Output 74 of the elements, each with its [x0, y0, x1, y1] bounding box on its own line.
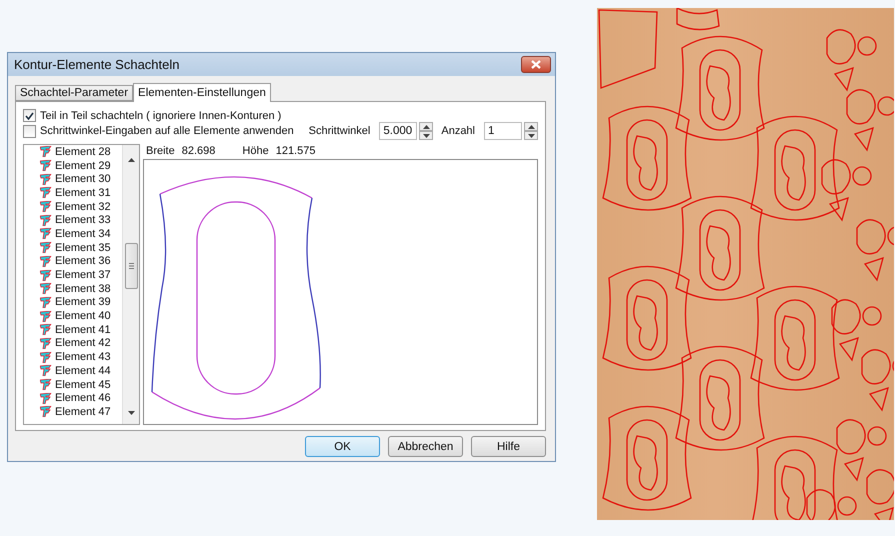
element-icon — [40, 146, 52, 158]
element-list-item[interactable]: Element 37 — [40, 268, 122, 282]
up-arrow-icon — [422, 124, 430, 128]
element-list-item[interactable]: Element 47 — [40, 405, 122, 419]
element-list-item[interactable]: Element 36 — [40, 254, 122, 268]
element-icon — [40, 406, 52, 418]
spinner-label: Anzahl — [441, 125, 475, 137]
element-list-item[interactable]: Element 28 — [40, 145, 122, 159]
window-title: Kontur-Elemente Schachteln — [14, 57, 180, 72]
spinner-field[interactable]: 1 — [484, 122, 522, 140]
spin-down-button[interactable] — [419, 131, 434, 140]
element-icon — [40, 187, 52, 198]
up-arrow-icon — [128, 158, 134, 162]
element-icon — [40, 283, 52, 294]
element-icon — [40, 256, 52, 267]
width-value: 82.698 — [182, 144, 216, 156]
check-icon — [25, 112, 34, 120]
checkbox-label: Teil in Teil schachteln ( ignoriere Innen-Konturen ) — [40, 110, 282, 122]
element-icon — [40, 296, 52, 308]
element-list-item[interactable]: Element 40 — [40, 309, 122, 323]
element-list-item[interactable]: Element 41 — [40, 322, 122, 337]
element-icon — [40, 214, 52, 226]
spin-up-button[interactable] — [524, 122, 538, 131]
element-list-item[interactable]: Element 30 — [40, 172, 122, 186]
element-icon — [40, 324, 52, 336]
down-arrow-icon — [422, 134, 430, 138]
element-icon — [40, 379, 52, 390]
element-icon — [40, 352, 52, 363]
element-list-item[interactable]: Element 44 — [40, 364, 122, 378]
dialog-button[interactable]: OK — [305, 436, 380, 457]
down-arrow-icon — [528, 134, 534, 138]
element-list-item[interactable]: Element 43 — [40, 350, 122, 364]
element-list-item[interactable]: Element 39 — [40, 296, 122, 310]
tab[interactable]: Schachtel-Parameter — [15, 85, 134, 101]
element-icon — [40, 228, 52, 240]
element-icon — [40, 242, 52, 254]
scroll-thumb[interactable] — [124, 243, 138, 289]
spinner-label: Schrittwinkel — [308, 125, 370, 137]
element-icon — [40, 174, 52, 185]
element-icon — [40, 270, 52, 281]
width-label: Breite — [146, 144, 175, 156]
down-arrow-icon — [128, 411, 134, 415]
close-button[interactable] — [521, 56, 551, 73]
dialog-button[interactable]: Abbrechen — [388, 436, 463, 457]
element-list-item[interactable]: Element 42 — [40, 336, 122, 350]
spin-down-button[interactable] — [524, 131, 538, 140]
spin-up-button[interactable] — [419, 122, 434, 131]
checkbox-label: Schrittwinkel-Eingaben auf alle Elemente anwenden — [40, 125, 294, 137]
checkbox[interactable] — [23, 124, 36, 138]
element-list-item[interactable]: Element 31 — [40, 186, 122, 200]
element-icon — [40, 160, 52, 172]
spinner-field[interactable]: 5.000 — [379, 122, 418, 140]
dialog-button[interactable]: Hilfe — [471, 436, 546, 457]
element-list-item[interactable]: Element 35 — [40, 240, 122, 254]
tab[interactable]: Elementen-Einstellungen — [133, 83, 271, 102]
height-label: Höhe — [242, 144, 269, 156]
element-icon — [40, 201, 52, 212]
scrollbar[interactable] — [122, 145, 139, 424]
up-arrow-icon — [528, 124, 534, 128]
element-list-item[interactable]: Element 29 — [40, 158, 122, 172]
element-list-item[interactable]: Element 45 — [40, 378, 122, 392]
element-icon — [40, 338, 52, 349]
element-list-item[interactable]: Element 32 — [40, 200, 122, 214]
height-value: 121.575 — [276, 144, 316, 156]
element-list-item[interactable]: Element 34 — [40, 227, 122, 241]
grip-icon — [128, 263, 134, 269]
element-list-item[interactable]: Element 46 — [40, 391, 122, 406]
element-icon — [40, 392, 52, 404]
element-list-item[interactable]: Element 33 — [40, 213, 122, 228]
checkbox[interactable] — [23, 109, 36, 122]
element-list-item[interactable]: Element 38 — [40, 282, 122, 296]
element-icon — [40, 365, 52, 376]
close-icon — [531, 60, 541, 69]
element-icon — [40, 310, 52, 322]
